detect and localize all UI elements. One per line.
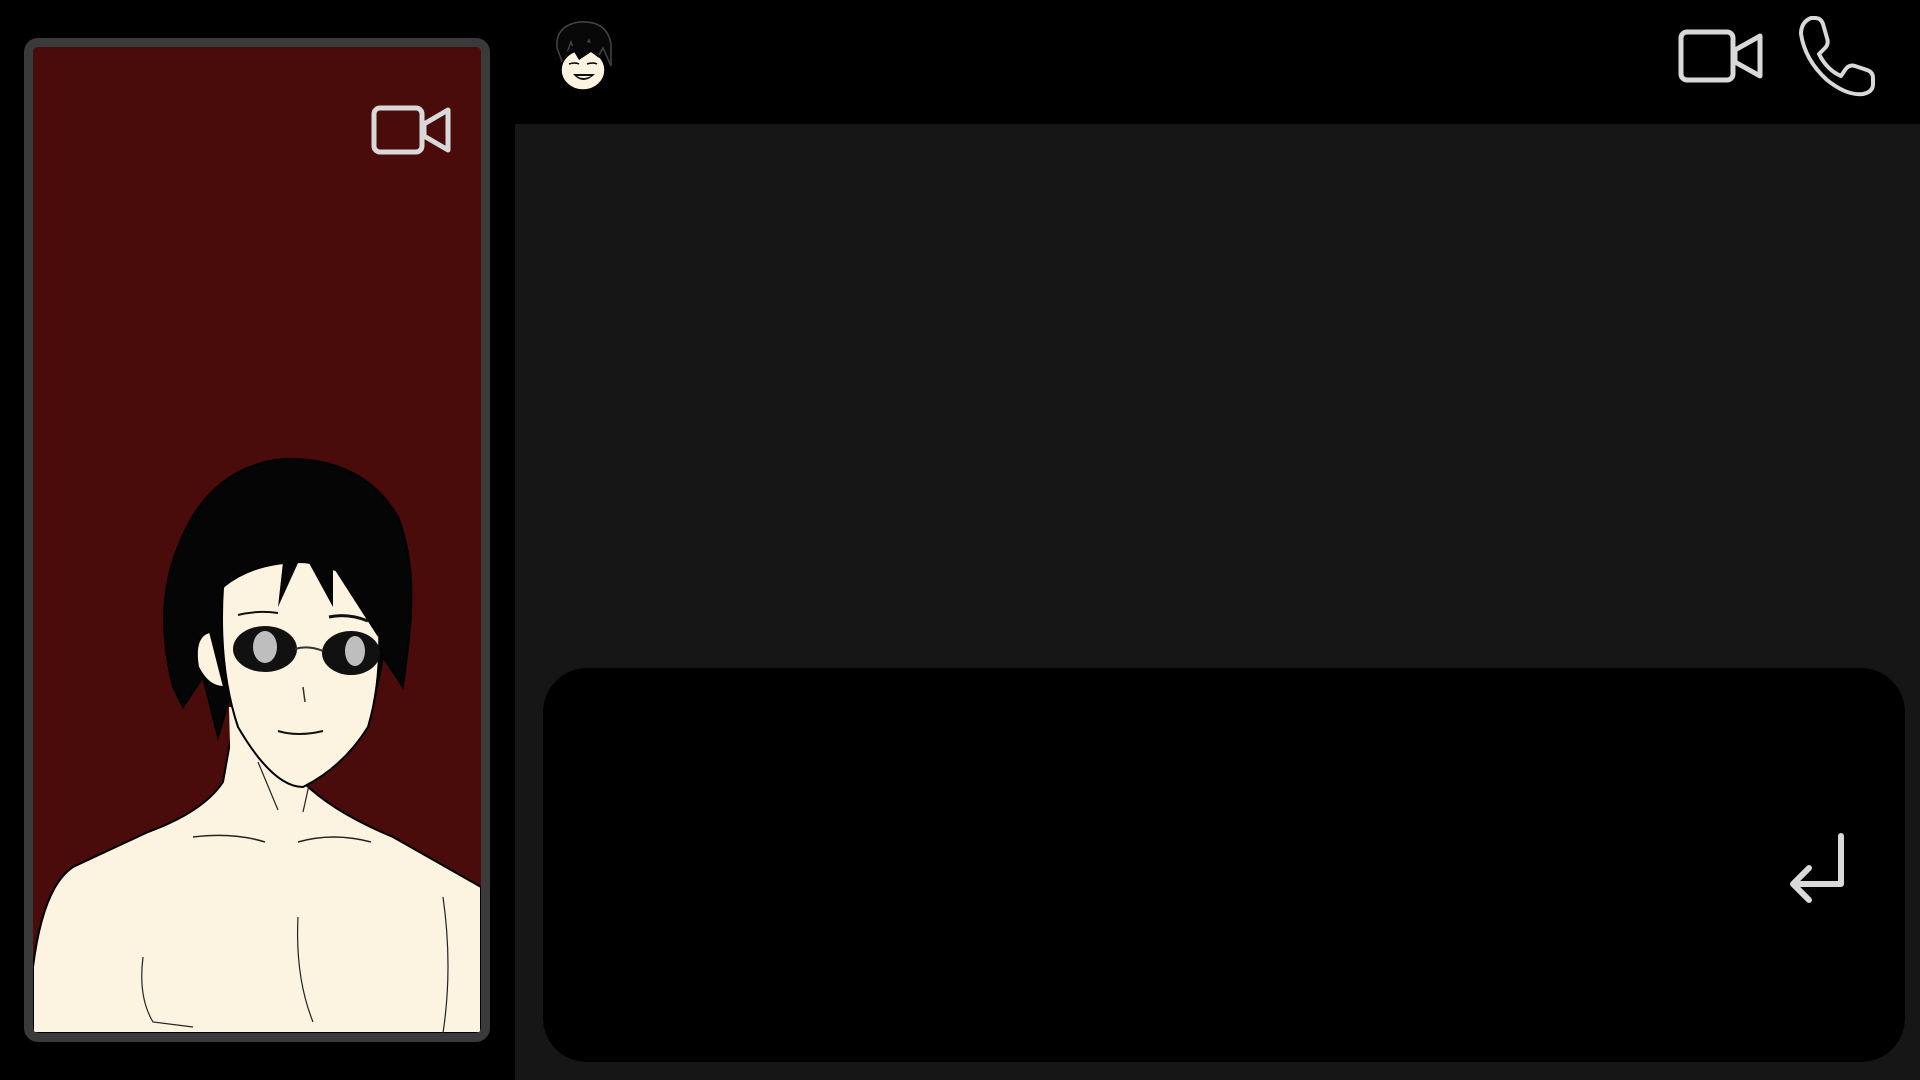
message-input[interactable]: [583, 698, 1767, 1032]
chat-header: [515, 0, 1920, 124]
video-call-button[interactable]: [1678, 24, 1764, 88]
message-list[interactable]: [515, 124, 1920, 654]
message-composer: [543, 668, 1905, 1062]
chat-app: [0, 0, 1920, 1080]
conversation-area: [515, 124, 1920, 1080]
voice-call-button[interactable]: [1797, 14, 1877, 98]
video-camera-icon[interactable]: [371, 102, 453, 158]
enter-return-icon[interactable]: [1783, 830, 1857, 912]
video-preview-panel: [24, 38, 490, 1042]
contact-avatar[interactable]: [549, 18, 615, 94]
video-feed-portrait: [33, 457, 481, 1033]
